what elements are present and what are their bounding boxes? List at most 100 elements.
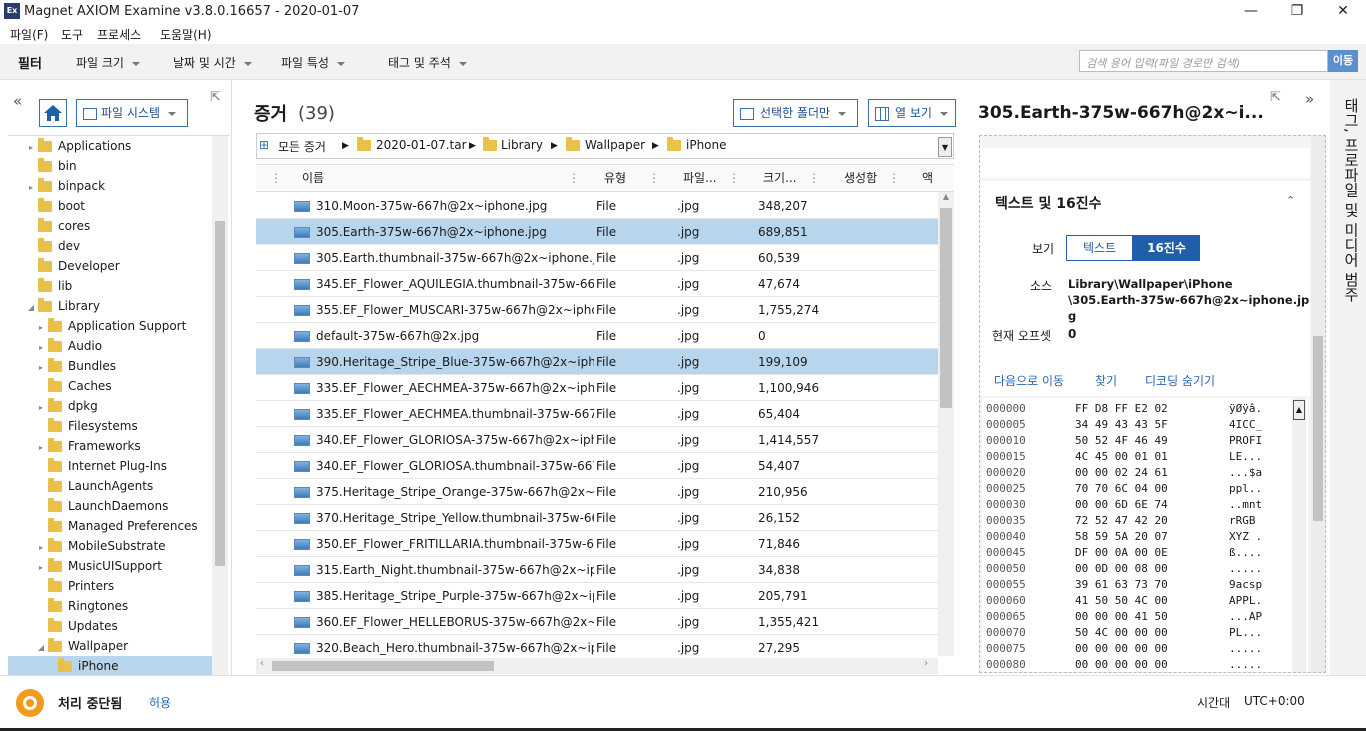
tree-item[interactable]: ▸ Applications	[8, 136, 212, 156]
expand-icon[interactable]: ▸	[36, 438, 46, 458]
tree-scrollbar[interactable]	[212, 136, 228, 675]
hex-ascii[interactable]: ...$a	[1229, 466, 1262, 479]
column-accessed[interactable]: 액	[922, 166, 933, 190]
menu-help[interactable]: 도움말(H)	[160, 26, 212, 43]
hex-ascii[interactable]: APPL.	[1229, 594, 1262, 607]
table-row[interactable]: 335.EF_Flower_AECHMEA.thumbnail-375w-667…	[256, 401, 938, 427]
expand-icon[interactable]: ▸	[26, 178, 36, 198]
hex-bytes[interactable]: 50 52 4F 46 49	[1075, 434, 1168, 447]
tree-item[interactable]: ▸ MobileSubstrate	[8, 536, 212, 556]
tree-item[interactable]: boot	[8, 196, 212, 216]
hex-ascii[interactable]: 9acsp	[1229, 578, 1262, 591]
menu-tools[interactable]: 도구	[61, 26, 83, 43]
hex-ascii[interactable]: ..mnt	[1229, 498, 1262, 511]
table-row[interactable]: 340.EF_Flower_GLORIOSA.thumbnail-375w-66…	[256, 453, 938, 479]
table-row[interactable]: 385.Heritage_Stripe_Purple-375w-667h@2x~…	[256, 583, 938, 609]
table-row[interactable]: 340.EF_Flower_GLORIOSA-375w-667h@2x~ipho…	[256, 427, 938, 453]
find-link[interactable]: 찾기	[1095, 372, 1117, 389]
tree-item[interactable]: cores	[8, 216, 212, 236]
table-row[interactable]: 350.EF_Flower_FRITILLARIA.thumbnail-375w…	[256, 531, 938, 557]
drag-handle-icon[interactable]: ⋮	[270, 166, 282, 190]
hex-bytes[interactable]: FF D8 FF E2 02	[1075, 402, 1168, 415]
hex-ascii[interactable]: PL...	[1229, 626, 1262, 639]
hex-ascii[interactable]: PROFI	[1229, 434, 1262, 447]
tree-item[interactable]: Updates	[8, 616, 212, 636]
tree-item[interactable]: ◢ Library	[8, 296, 212, 316]
details-scrollbar-thumb[interactable]	[1313, 336, 1323, 521]
filter-date-time[interactable]: 날짜 및 시간	[173, 54, 252, 71]
expand-icon[interactable]: ▸	[26, 138, 36, 158]
tree-item[interactable]: ▸ MusicUISupport	[8, 556, 212, 576]
tree-item[interactable]: ◢ Wallpaper	[8, 636, 212, 656]
hex-ascii[interactable]: 4ICC_	[1229, 418, 1262, 431]
menu-file[interactable]: 파일(F)	[10, 26, 48, 43]
expand-icon[interactable]: ◢	[26, 298, 36, 318]
drag-handle-icon[interactable]: ⋮	[888, 166, 900, 190]
hex-bytes[interactable]: 00 0D 00 08 00	[1075, 562, 1168, 575]
column-created[interactable]: 생성함	[844, 166, 877, 190]
expand-icon[interactable]: ▸	[36, 398, 46, 418]
hex-bytes[interactable]: 50 4C 00 00 00	[1075, 626, 1168, 639]
expand-icon[interactable]: ▸	[36, 538, 46, 558]
menu-process[interactable]: 프로세스	[97, 26, 141, 43]
column-type[interactable]: 유형	[604, 166, 626, 190]
drag-handle-icon[interactable]: ⋮	[808, 166, 820, 190]
collapse-section-icon[interactable]: ⌃	[1286, 194, 1295, 207]
filter-tags-comments[interactable]: 태그 및 주석	[388, 54, 467, 71]
hex-bytes[interactable]: 00 00 00 41 50	[1075, 610, 1168, 623]
hex-ascii[interactable]: .....	[1229, 658, 1262, 671]
hex-ascii[interactable]: .....	[1229, 642, 1262, 655]
table-vscrollbar-thumb[interactable]	[940, 208, 952, 408]
hex-bytes[interactable]: 34 49 43 43 5F	[1075, 418, 1168, 431]
go-button[interactable]: 이동	[1328, 50, 1358, 72]
breadcrumb-tar[interactable]: 2020-01-07.tar	[376, 138, 467, 152]
tree-item[interactable]: Caches	[8, 376, 212, 396]
restore-button[interactable]: ❐	[1274, 0, 1320, 24]
go-next-link[interactable]: 다음으로 이동	[994, 372, 1064, 389]
scroll-right-icon[interactable]: ›	[924, 658, 928, 669]
hex-bytes[interactable]: 00 00 00 00 00	[1075, 658, 1168, 671]
tree-item[interactable]: Internet Plug-Ins	[8, 456, 212, 476]
tree-item[interactable]: Ringtones	[8, 596, 212, 616]
hex-bytes[interactable]: 4C 45 00 01 01	[1075, 450, 1168, 463]
drag-handle-icon[interactable]: ⋮	[728, 166, 740, 190]
hex-ascii[interactable]: ÿØÿâ.	[1229, 402, 1262, 415]
hex-bytes[interactable]: 70 70 6C 04 00	[1075, 482, 1168, 495]
tree-item[interactable]: ▸ Frameworks	[8, 436, 212, 456]
hex-bytes[interactable]: 72 52 47 42 20	[1075, 514, 1168, 527]
scroll-left-icon[interactable]: ‹	[260, 658, 264, 669]
column-size[interactable]: 크기...	[763, 166, 797, 190]
hex-scrollbar[interactable]: ▲	[1292, 398, 1306, 672]
tree-item[interactable]: ▸ Audio	[8, 336, 212, 356]
drag-handle-icon[interactable]: ⋮	[648, 166, 660, 190]
hex-bytes[interactable]: 00 00 00 00 00	[1075, 642, 1168, 655]
filesystem-dropdown[interactable]: 파일 시스템	[76, 99, 188, 127]
view-hex-toggle[interactable]: 16진수	[1133, 235, 1200, 261]
table-row[interactable]: 315.Earth_Night.thumbnail-375w-667h@2x~i…	[256, 557, 938, 583]
tree-item[interactable]: ▸ dpkg	[8, 396, 212, 416]
tags-profiles-media-sidebar[interactable]: 태그, 프로파일 및 미디어 범주	[1330, 80, 1366, 675]
expand-icon[interactable]: ▸	[36, 318, 46, 338]
table-row[interactable]: 345.EF_Flower_AQUILEGIA.thumbnail-375w-6…	[256, 271, 938, 297]
collapse-left-icon[interactable]: «	[13, 92, 22, 110]
allow-link[interactable]: 허용	[149, 694, 171, 711]
hex-ascii[interactable]: .....	[1229, 562, 1262, 575]
hide-decoding-link[interactable]: 디코딩 숨기기	[1145, 372, 1215, 389]
search-input[interactable]: 검색 용어 입력(파일 경로만 검색)	[1079, 50, 1328, 72]
hex-ascii[interactable]: rRGB	[1229, 514, 1262, 527]
selected-folder-only-dropdown[interactable]: 선택한 폴더만	[733, 99, 858, 127]
table-row[interactable]: default-375w-667h@2x.jpg File .jpg 0	[256, 323, 938, 349]
tree-item[interactable]: bin	[8, 156, 212, 176]
column-view-dropdown[interactable]: 열 보기	[868, 99, 956, 127]
tree-item[interactable]: Printers	[8, 576, 212, 596]
tree-item[interactable]: ▸ Bundles	[8, 356, 212, 376]
collapse-right-icon[interactable]: »	[1305, 90, 1314, 108]
expand-icon[interactable]: ▸	[36, 338, 46, 358]
breadcrumb-library[interactable]: Library	[501, 138, 543, 152]
scroll-up-icon[interactable]: ▲	[938, 192, 954, 206]
hex-bytes[interactable]: 58 59 5A 20 07	[1075, 530, 1168, 543]
hex-ascii[interactable]: ß....	[1229, 546, 1262, 559]
hex-bytes[interactable]: 00 00 02 24 61	[1075, 466, 1168, 479]
hex-bytes[interactable]: 39 61 63 73 70	[1075, 578, 1168, 591]
close-button[interactable]: ✕	[1320, 0, 1366, 24]
